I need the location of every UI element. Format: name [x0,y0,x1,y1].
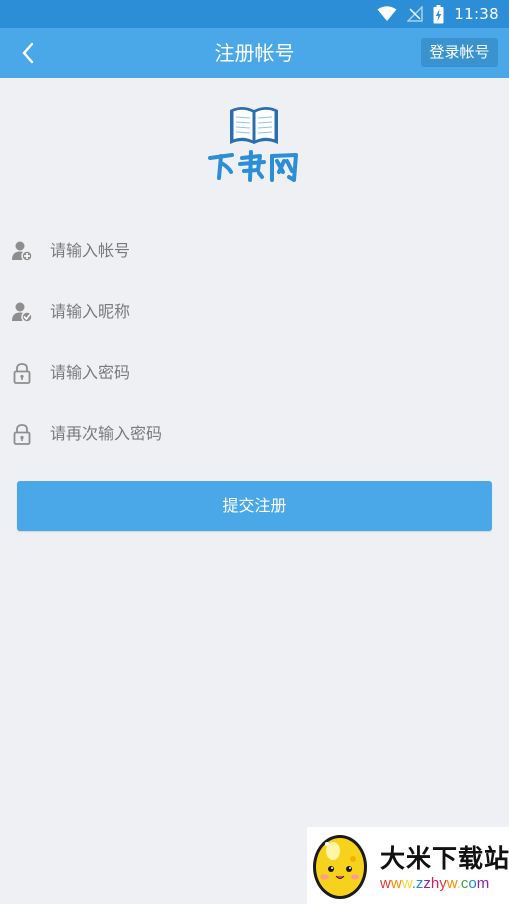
login-account-button[interactable]: 登录帐号 [421,38,498,67]
watermark-badge: 大米下载站 www.zzhyw.com [307,827,509,904]
account-row [0,225,509,275]
lock-icon [13,424,31,445]
app-bar: 注册帐号 登录帐号 [0,28,509,78]
account-input[interactable] [50,235,490,265]
nickname-input[interactable] [50,296,490,326]
signal-off-icon [407,6,424,22]
user-add-icon [12,241,33,262]
watermark-title: 大米下载站 [380,844,509,873]
back-button[interactable] [8,33,48,73]
password-input[interactable] [50,357,490,387]
lock-icon [13,363,31,384]
confirm-password-row [0,408,509,458]
chevron-left-icon [22,42,34,64]
status-time: 11:38 [454,5,499,23]
egg-mascot-icon [313,835,367,899]
status-bar: 11:38 [0,0,509,28]
status-icons: 11:38 [377,4,499,24]
confirm-password-input[interactable] [50,418,490,448]
nickname-row [0,286,509,336]
user-check-icon [12,302,33,323]
battery-charging-icon [433,4,444,23]
watermark-url: www.zzhyw.com [380,875,490,892]
password-row [0,347,509,397]
open-book-icon [208,107,298,182]
submit-register-button[interactable]: 提交注册 [17,481,492,531]
site-logo [204,100,304,188]
wifi-icon [377,6,397,21]
